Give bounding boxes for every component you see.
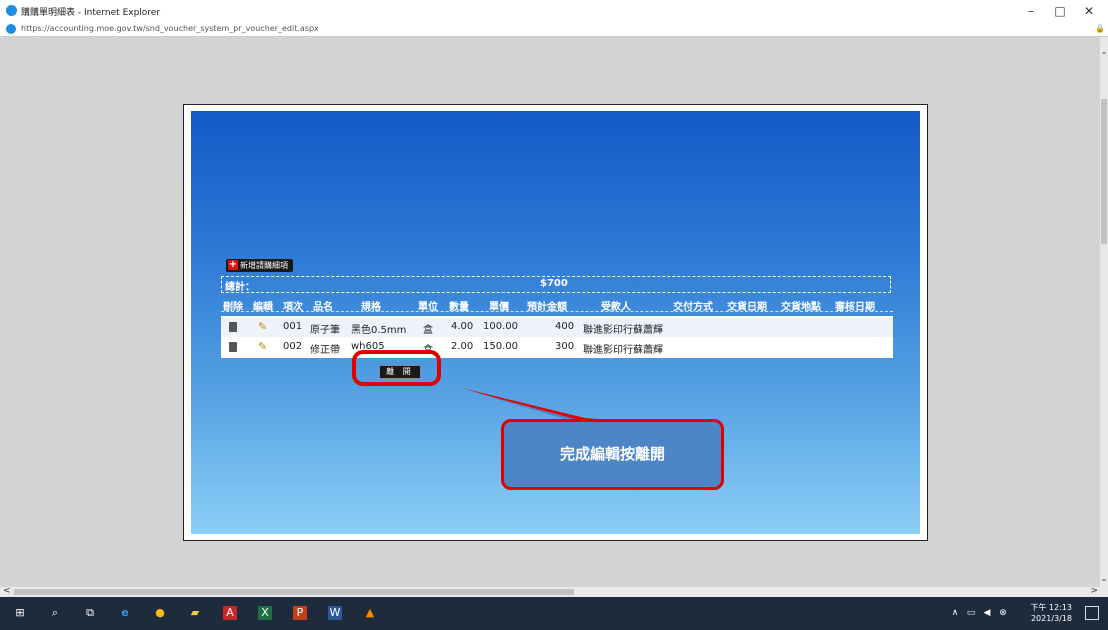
col-payee: 受款人: [601, 302, 631, 313]
word-icon[interactable]: W: [328, 606, 342, 620]
clock-date: 2021/3/18: [1030, 614, 1072, 623]
item-payee: 聯進影印行蘇蕭輝: [583, 325, 663, 336]
tray-chevron-icon[interactable]: ∧: [948, 606, 962, 620]
page-icon: [6, 24, 16, 34]
pencil-icon[interactable]: ✎: [258, 340, 267, 353]
internet-explorer-icon[interactable]: e: [118, 606, 132, 620]
close-button[interactable]: ✕: [1075, 2, 1103, 20]
callout-box: 完成編輯按離開: [501, 419, 724, 490]
clock-time: 下午 12:13: [1030, 603, 1072, 612]
plus-icon: +: [228, 259, 238, 270]
scroll-right-icon[interactable]: >: [1090, 586, 1098, 596]
item-qty: 4.00: [451, 321, 474, 332]
col-name: 品名: [313, 302, 333, 313]
col-price: 單價: [489, 302, 509, 313]
col-review-date: 審核日期: [835, 302, 875, 313]
total-row: 總計： $700: [221, 276, 891, 293]
vlc-icon[interactable]: ▲: [363, 606, 377, 620]
col-delivery-place: 交貨地點: [781, 302, 821, 313]
file-explorer-icon[interactable]: ▰: [188, 606, 202, 620]
notification-icon[interactable]: [1085, 606, 1099, 620]
input-method-icon[interactable]: ⊗: [996, 606, 1010, 620]
item-payee: 聯進影印行蘇蕭輝: [583, 345, 663, 356]
add-item-label: 新增請購細項: [240, 261, 288, 270]
address-bar[interactable]: https://accounting.moe.gov.tw/snd_vouche…: [0, 22, 1108, 37]
excel-icon[interactable]: X: [258, 606, 272, 620]
add-item-button[interactable]: + 新增請購細項: [226, 259, 293, 272]
item-spec: 黑色0.5mm: [351, 325, 407, 336]
col-delete: 刪除: [223, 302, 243, 313]
col-qty: 數量: [449, 302, 469, 313]
vertical-scroll-thumb[interactable]: [1101, 99, 1107, 244]
internet-explorer-icon: [6, 5, 17, 16]
item-name: 原子筆: [310, 325, 340, 336]
col-amount: 預計金額: [527, 302, 567, 313]
minimize-button[interactable]: –: [1017, 2, 1045, 20]
item-unit: 盒: [423, 325, 433, 336]
lock-icon[interactable]: 🔒: [1095, 24, 1105, 33]
col-spec: 規格: [361, 302, 381, 313]
trash-icon[interactable]: [229, 322, 237, 332]
vertical-scrollbar[interactable]: ⌃ ⌄: [1100, 37, 1108, 587]
trash-icon[interactable]: [229, 342, 237, 352]
pencil-icon[interactable]: ✎: [258, 320, 267, 333]
item-amount: 400: [555, 321, 575, 332]
window-titlebar: 購購單明細表 - Internet Explorer – □ ✕: [0, 0, 1108, 22]
table-header: 刪除 編輯 項次 品名 規格 單位 數量 單價 預計金額 受款人 交付方式 交貨…: [221, 297, 893, 313]
item-table: ✎ 001 原子筆 黑色0.5mm 盒 4.00 100.00 400 聯進影印…: [221, 316, 893, 358]
chrome-icon[interactable]: ●: [153, 606, 167, 620]
volume-icon[interactable]: ◀: [980, 606, 994, 620]
acrobat-icon[interactable]: A: [223, 606, 237, 620]
table-row: ✎ 001 原子筆 黑色0.5mm 盒 4.00 100.00 400 聯進影印…: [221, 318, 893, 337]
item-qty: 2.00: [451, 341, 474, 352]
item-price: 150.00: [483, 341, 518, 352]
powerpoint-icon[interactable]: P: [293, 606, 307, 620]
horizontal-scrollbar[interactable]: < >: [0, 586, 1108, 597]
scroll-down-icon[interactable]: ⌄: [1100, 574, 1108, 583]
highlight-frame: [352, 350, 441, 386]
search-icon[interactable]: ⌕: [48, 606, 62, 620]
col-unit: 單位: [418, 302, 438, 313]
col-delivery-date: 交貨日期: [727, 302, 767, 313]
item-price: 100.00: [483, 321, 518, 332]
horizontal-scroll-thumb[interactable]: [14, 589, 574, 595]
maximize-button[interactable]: □: [1046, 2, 1074, 20]
table-row: ✎ 002 修正帶 wh605 盒 2.00 150.00 300 聯進影印行蘇…: [221, 338, 893, 357]
item-amount: 300: [555, 341, 575, 352]
url-text[interactable]: https://accounting.moe.gov.tw/snd_vouche…: [21, 24, 319, 33]
item-no: 001: [283, 321, 303, 332]
network-icon[interactable]: ▭: [964, 606, 978, 620]
windows-start-icon[interactable]: ⊞: [13, 606, 27, 620]
taskbar: ⊞ ⌕ ⧉ e ● ▰ A X P W ▲ ∧ ▭ ◀ ⊗ 下午 12:13 2…: [0, 597, 1108, 630]
total-amount: $700: [540, 278, 568, 289]
item-no: 002: [283, 341, 303, 352]
window-title: 購購單明細表 - Internet Explorer: [21, 8, 161, 18]
col-edit: 編輯: [253, 302, 273, 313]
item-name: 修正帶: [310, 345, 340, 356]
col-item-no: 項次: [283, 302, 303, 313]
task-view-icon[interactable]: ⧉: [83, 606, 97, 620]
scroll-up-icon[interactable]: ⌃: [1100, 51, 1108, 60]
col-delivery-method: 交付方式: [673, 302, 713, 313]
scroll-left-icon[interactable]: <: [3, 586, 11, 596]
total-label: 總計：: [225, 282, 255, 293]
